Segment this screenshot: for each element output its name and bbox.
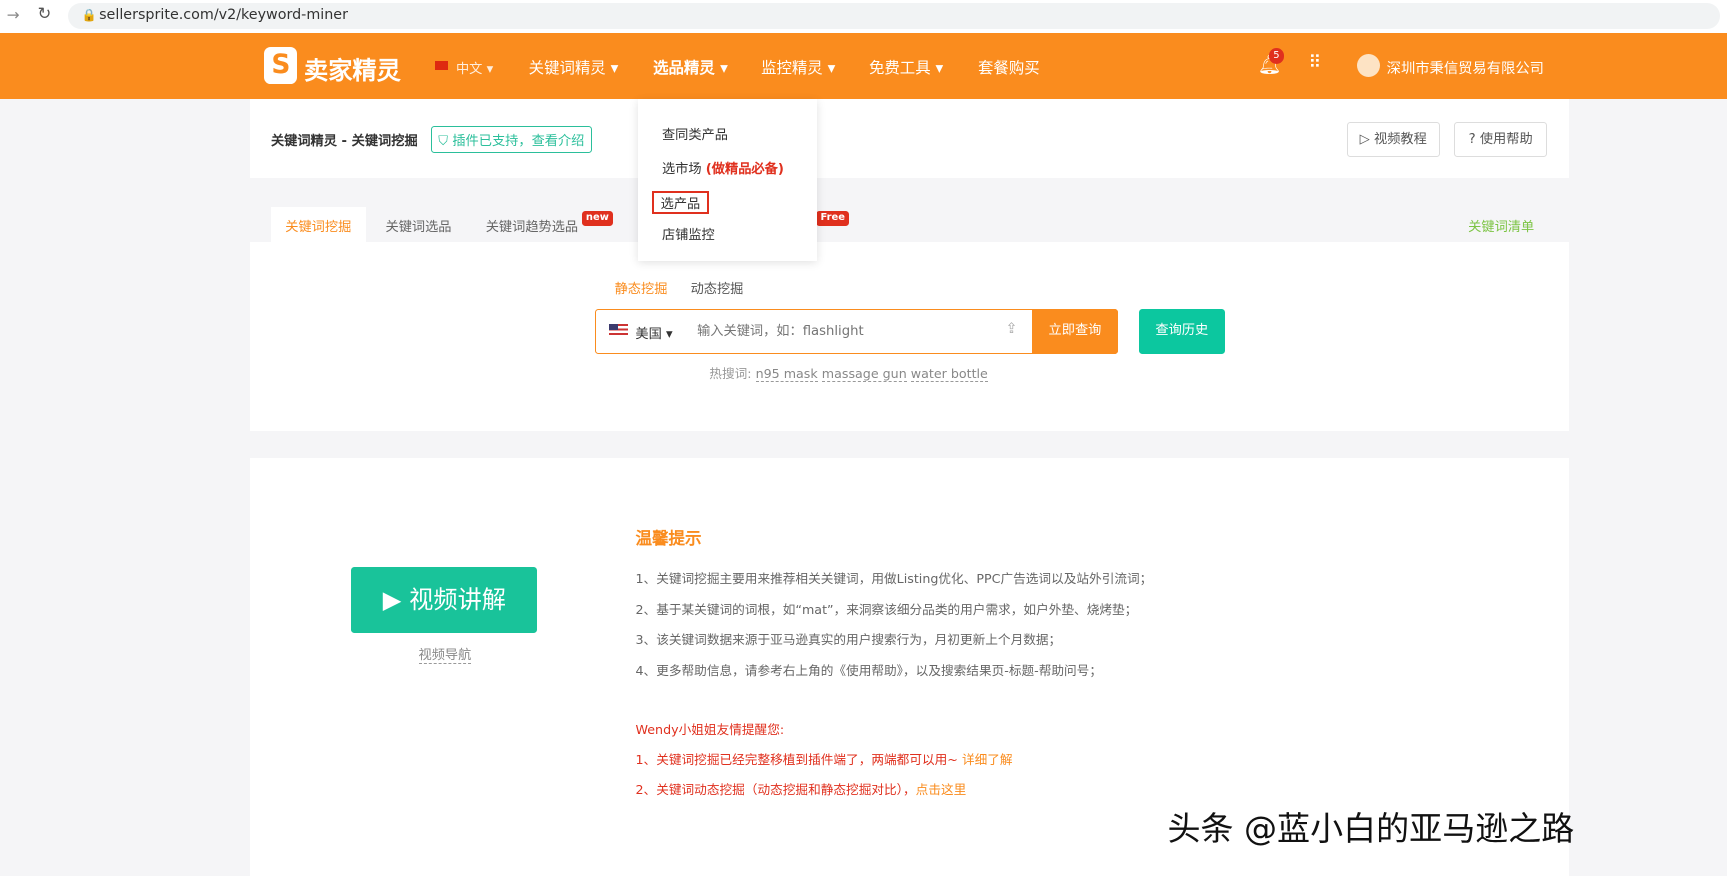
click-here-link[interactable]: 点击这里 xyxy=(916,782,967,797)
language-select[interactable]: 中文 ▾ xyxy=(456,58,493,77)
search-panel: 静态挖掘 动态挖掘 美国 ▾ ⇪ 立即查询 查询历史 热搜词: n95 mask… xyxy=(250,242,1570,431)
logo-icon[interactable]: S xyxy=(264,47,298,84)
tab-keyword-trend[interactable]: 关键词趋势选品 xyxy=(486,216,578,235)
reload-icon[interactable]: ↻ xyxy=(37,4,51,23)
tab-keyword-mining[interactable]: 关键词挖掘 xyxy=(285,216,351,235)
hot-label: 热搜词: xyxy=(709,366,752,382)
mode-static[interactable]: 静态挖掘 xyxy=(615,278,668,297)
address-bar: → ↻ 🔒 sellersprite.com/v2/keyword-miner xyxy=(0,0,1727,34)
notification-badge: 5 xyxy=(1268,48,1284,64)
breadcrumb: 关键词精灵 - 关键词挖掘 xyxy=(270,133,418,149)
reminder-title: Wendy小姐姐友情提醒您: xyxy=(635,722,785,738)
country-select[interactable]: 美国 ▾ xyxy=(635,323,672,342)
hot-word[interactable]: n95 mask xyxy=(755,366,818,383)
upload-icon[interactable]: ⇪ xyxy=(1005,321,1017,337)
new-badge: new xyxy=(581,211,614,226)
menu-item-store-monitor[interactable]: 店铺监控 xyxy=(662,224,715,243)
video-tutorial-button[interactable]: ▷ 视频教程 xyxy=(1347,122,1440,158)
hot-word[interactable]: massage gun xyxy=(821,366,907,383)
tip-line: 1、关键词挖掘主要用来推荐相关关键词，用做Listing优化、PPC广告选词以及… xyxy=(635,571,1153,587)
nav-free-tools[interactable]: 免费工具 ▾ xyxy=(869,56,943,78)
tip-line: 2、基于某关键词的词根，如“mat”，来洞察该细分品类的用户需求，如户外垫、烧烤… xyxy=(635,602,1138,618)
top-nav: S 卖家精灵 中文 ▾ 关键词精灵 ▾ 选品精灵 ▾ 监控精灵 ▾ 免费工具 ▾… xyxy=(0,33,1727,100)
help-button[interactable]: ? 使用帮助 xyxy=(1453,122,1548,158)
menu-item-product-selection[interactable]: 选产品 xyxy=(652,190,709,214)
details-link[interactable]: 详细了解 xyxy=(962,752,1013,767)
tip-line: 4、更多帮助信息，请参考右上角的《使用帮助》，以及搜索结果页-标题-帮助问号； xyxy=(635,662,1102,678)
forward-icon[interactable]: → xyxy=(7,6,20,24)
company-name[interactable]: 深圳市秉信贸易有限公司 xyxy=(1387,57,1544,78)
keyword-list-link[interactable]: 关键词清单 xyxy=(1468,216,1534,235)
hot-words: 热搜词: n95 mask massage gun water bottle xyxy=(709,363,988,383)
hot-word[interactable]: water bottle xyxy=(910,366,988,383)
search-button[interactable]: 立即查询 xyxy=(1032,309,1118,354)
video-nav-link[interactable]: 视频导航 xyxy=(418,644,472,665)
free-badge: Free xyxy=(816,211,850,226)
tip-line: 3、该关键词数据来源于亚马逊真实的用户搜索行为，月初更新上个月数据； xyxy=(635,631,1062,647)
page-header: 关键词精灵 - 关键词挖掘 ⛉ 插件已支持，查看介绍 ▷ 视频教程 ? 使用帮助 xyxy=(250,99,1570,179)
url-field[interactable]: 🔒 sellersprite.com/v2/keyword-miner xyxy=(68,3,1721,29)
nav-product[interactable]: 选品精灵 ▾ xyxy=(653,56,728,78)
keyword-input[interactable] xyxy=(697,317,995,346)
china-flag-icon xyxy=(435,60,449,71)
mode-dynamic[interactable]: 动态挖掘 xyxy=(691,278,744,297)
logo-text[interactable]: 卖家精灵 xyxy=(304,51,401,86)
nav-monitor[interactable]: 监控精灵 ▾ xyxy=(761,56,835,78)
menu-item-similar-products[interactable]: 查同类产品 xyxy=(662,124,728,143)
lock-icon: 🔒 xyxy=(81,7,97,22)
plugin-support-badge[interactable]: ⛉ 插件已支持，查看介绍 xyxy=(430,125,592,154)
history-button[interactable]: 查询历史 xyxy=(1138,309,1225,354)
watermark: 头条 @蓝小白的亚马逊之路 xyxy=(1167,808,1575,848)
url-text: sellersprite.com/v2/keyword-miner xyxy=(99,6,348,23)
reminder-1: 1、关键词挖掘已经完整移植到插件端了，两端都可以用~ 详细了解 xyxy=(635,751,1013,767)
menu-item-market[interactable]: 选市场 (做精品必备) xyxy=(662,158,784,177)
us-flag-icon xyxy=(608,323,628,337)
tips-title: 温馨提示 xyxy=(635,529,702,549)
apps-grid-icon[interactable]: ⠿ xyxy=(1308,53,1321,73)
tab-bar: 关键词挖掘 关键词选品 关键词趋势选品 new Free 关键词清单 xyxy=(250,205,1569,243)
nav-pricing[interactable]: 套餐购买 xyxy=(978,56,1040,78)
reminder-2: 2、关键词动态挖掘（动态挖掘和静态挖掘对比），点击这里 xyxy=(635,781,967,797)
tab-keyword-selection[interactable]: 关键词选品 xyxy=(385,216,451,235)
avatar[interactable] xyxy=(1356,53,1381,78)
video-explain-button[interactable]: ▶ 视频讲解 xyxy=(351,567,538,634)
nav-keyword[interactable]: 关键词精灵 ▾ xyxy=(529,56,619,78)
